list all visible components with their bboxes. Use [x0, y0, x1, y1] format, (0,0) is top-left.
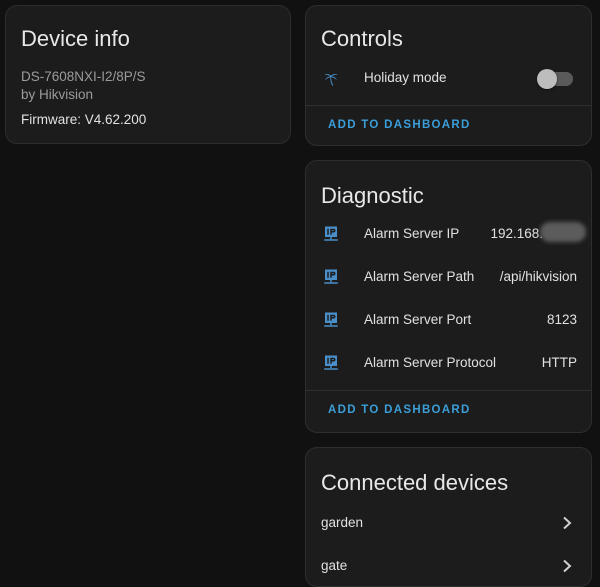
diagnostic-value: 8123 [546, 312, 577, 327]
connected-device-garden[interactable]: garden [306, 502, 591, 544]
diagnostic-value: 192.168. [490, 226, 543, 241]
diagnostic-label: Alarm Server IP [364, 226, 460, 241]
diagnostic-title: Diagnostic [321, 183, 424, 208]
device-info-title: Device info [21, 26, 130, 51]
diagnostic-row-path[interactable]: Alarm Server Path /api/hikvision [306, 257, 591, 297]
diagnostic-label: Alarm Server Path [364, 269, 475, 284]
ip-network-icon [324, 312, 338, 327]
connected-device-gate[interactable]: gate [306, 545, 591, 587]
connected-device-label: gate [321, 558, 348, 573]
device-info-card: Device info DS-7608NXI-I2/8P/S by Hikvis… [5, 5, 291, 144]
palm-tree-icon [324, 73, 338, 86]
controls-title: Controls [321, 26, 403, 51]
controls-card: Controls Holiday mode ADD TO DASHBOARD [305, 5, 592, 146]
connected-devices-card: Connected devices garden gate [305, 447, 592, 587]
controls-add-to-dashboard-button[interactable]: ADD TO DASHBOARD [328, 119, 471, 131]
connected-devices-title: Connected devices [321, 470, 509, 495]
chevron-right-icon [563, 516, 572, 530]
chevron-right-icon [563, 559, 572, 573]
toggle-knob [537, 69, 557, 89]
holiday-mode-toggle[interactable] [537, 69, 573, 89]
ip-network-icon [324, 226, 338, 241]
diagnostic-card: Diagnostic Alarm Server IP 192.168. Alar… [305, 160, 592, 433]
diagnostic-label: Alarm Server Port [364, 312, 472, 327]
diagnostic-label: Alarm Server Protocol [364, 355, 497, 370]
holiday-mode-label: Holiday mode [364, 70, 447, 85]
diagnostic-row-port[interactable]: Alarm Server Port 8123 [306, 300, 591, 340]
diagnostic-value: /api/hikvision [499, 269, 577, 284]
ip-network-icon [324, 269, 338, 284]
redaction-blur [540, 222, 586, 242]
device-firmware: Firmware: V4.62.200 [21, 112, 147, 127]
ip-network-icon [324, 355, 338, 370]
diagnostic-divider [306, 390, 591, 391]
connected-device-label: garden [321, 515, 364, 530]
device-model: DS-7608NXI-I2/8P/S [21, 69, 146, 84]
diagnostic-add-to-dashboard-button[interactable]: ADD TO DASHBOARD [328, 404, 471, 416]
diagnostic-row-protocol[interactable]: Alarm Server Protocol HTTP [306, 343, 591, 383]
diagnostic-value: HTTP [541, 355, 577, 370]
controls-divider [306, 105, 591, 106]
device-manufacturer: by Hikvision [21, 87, 94, 102]
